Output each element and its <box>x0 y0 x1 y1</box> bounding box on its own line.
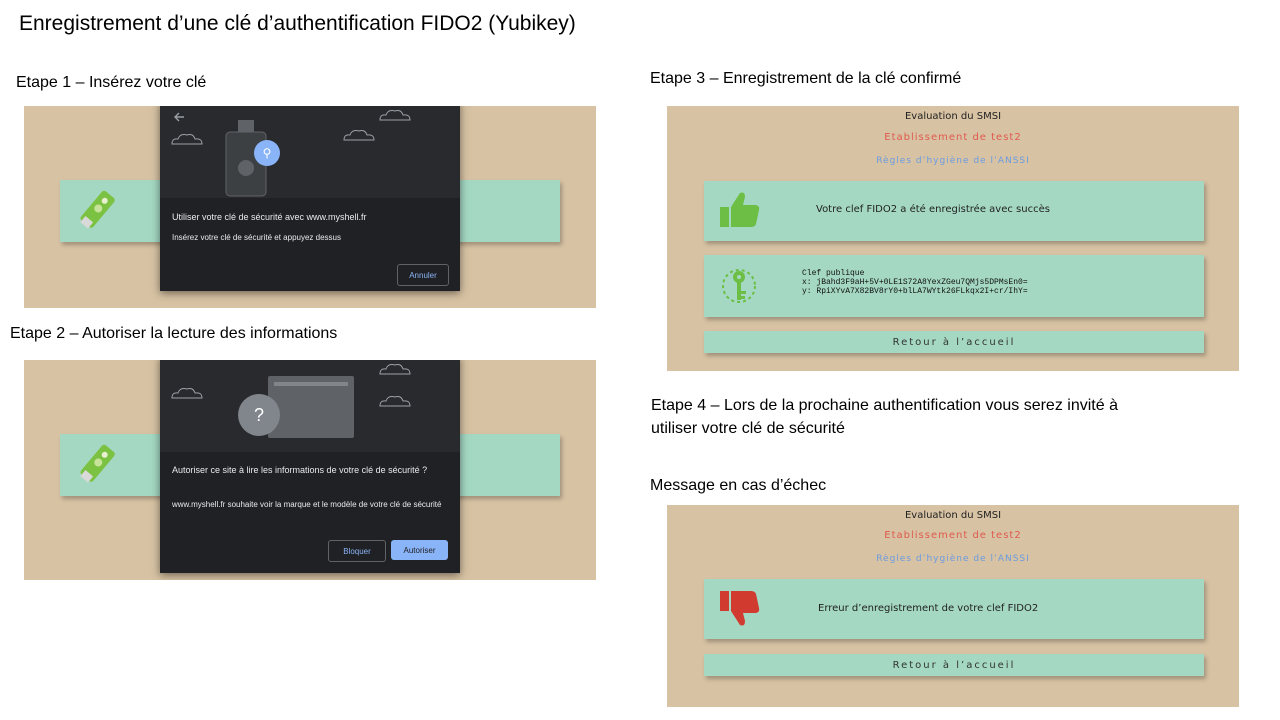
step1-label: Etape 1 – Insérez votre clé <box>16 74 207 91</box>
usb-key-icon <box>225 120 267 197</box>
pubkey-x: x: jBahd3F9aH+5V+0LE1S72A8YexZGeu7QMjs5D… <box>802 278 1028 287</box>
app-title: Evaluation du SMSI <box>904 111 1002 122</box>
establishment-link[interactable]: Etablissement de test2 <box>667 530 1239 541</box>
step2-screenshot: ? Autoriser ce site à lire les informati… <box>24 360 596 580</box>
yubikey-icon <box>80 444 115 483</box>
folder-icon <box>268 376 354 438</box>
cloud-icon <box>379 364 411 375</box>
security-key-dialog: ⚲ Utiliser votre clé de sécurité avec ww… <box>160 106 460 291</box>
cloud-icon <box>171 388 203 399</box>
usb-symbol-icon: ⚲ <box>254 140 280 166</box>
step2-label: Etape 2 – Autoriser la lecture des infor… <box>10 325 338 342</box>
allow-button[interactable]: Autoriser <box>391 540 448 560</box>
dialog-illustration: ⚲ <box>160 106 460 198</box>
key-circuit-icon <box>722 269 756 303</box>
step3-screenshot: Evaluation du SMSI Etablissement de test… <box>667 106 1239 371</box>
pubkey-y: y: RpiXYvA7X82BV8rY0+blLA7WYtk26FLkqx2I+… <box>802 287 1028 296</box>
success-message: Votre clef FIDO2 a été enregistrée avec … <box>816 204 1050 215</box>
pubkey-label: Clef publique <box>802 269 865 278</box>
step4-label-line2: utiliser votre clé de sécurité <box>651 420 845 437</box>
cloud-icon <box>171 134 203 145</box>
attestation-dialog: ? Autoriser ce site à lire les informati… <box>160 360 460 573</box>
yubikey-icon <box>80 190 115 229</box>
cloud-icon <box>379 396 411 407</box>
step4-label-line1: Etape 4 – Lors de la prochaine authentif… <box>651 397 1118 414</box>
cloud-icon <box>343 130 375 141</box>
thumbs-up-icon <box>720 192 760 227</box>
dialog-title: Autoriser ce site à lire les information… <box>172 465 428 475</box>
block-button[interactable]: Bloquer <box>328 540 386 562</box>
back-arrow-icon[interactable] <box>172 110 186 124</box>
dialog-subtitle: Insérez votre clé de sécurité et appuyez… <box>172 233 341 242</box>
dialog-title: Utiliser votre clé de sécurité avec www.… <box>172 212 367 222</box>
error-card: Erreur d’enregistrement de votre clef FI… <box>704 579 1204 639</box>
error-message: Erreur d’enregistrement de votre clef FI… <box>818 603 1039 614</box>
failure-screenshot: Evaluation du SMSI Etablissement de test… <box>667 505 1239 707</box>
return-home-button[interactable]: Retour à l’accueil <box>704 654 1204 676</box>
cloud-icon <box>379 110 411 121</box>
step1-screenshot: ⚲ Utiliser votre clé de sécurité avec ww… <box>24 106 596 308</box>
step4-label: Etape 4 – Lors de la prochaine authentif… <box>651 394 1118 440</box>
step3-label: Etape 3 – Enregistrement de la clé confi… <box>650 70 962 87</box>
rules-link[interactable]: Règles d’hygiène de l’ANSSI <box>667 156 1239 166</box>
rules-link[interactable]: Règles d’hygiène de l’ANSSI <box>667 554 1239 564</box>
question-icon: ? <box>238 394 280 436</box>
page-title: Enregistrement d’une clé d’authentificat… <box>19 12 576 35</box>
pubkey-block: Clef publique x: jBahd3F9aH+5V+0LE1S72A8… <box>802 269 1028 296</box>
thumbs-down-icon <box>720 591 760 626</box>
establishment-link[interactable]: Etablissement de test2 <box>667 132 1239 143</box>
failure-label: Message en cas d’échec <box>650 477 827 494</box>
cancel-button[interactable]: Annuler <box>397 264 449 286</box>
pubkey-card: Clef publique x: jBahd3F9aH+5V+0LE1S72A8… <box>704 255 1204 317</box>
app-title: Evaluation du SMSI <box>904 510 1002 521</box>
dialog-subtitle: www.myshell.fr souhaite voir la marque e… <box>172 500 442 509</box>
success-card: Votre clef FIDO2 a été enregistrée avec … <box>704 181 1204 241</box>
return-home-button[interactable]: Retour à l’accueil <box>704 331 1204 353</box>
